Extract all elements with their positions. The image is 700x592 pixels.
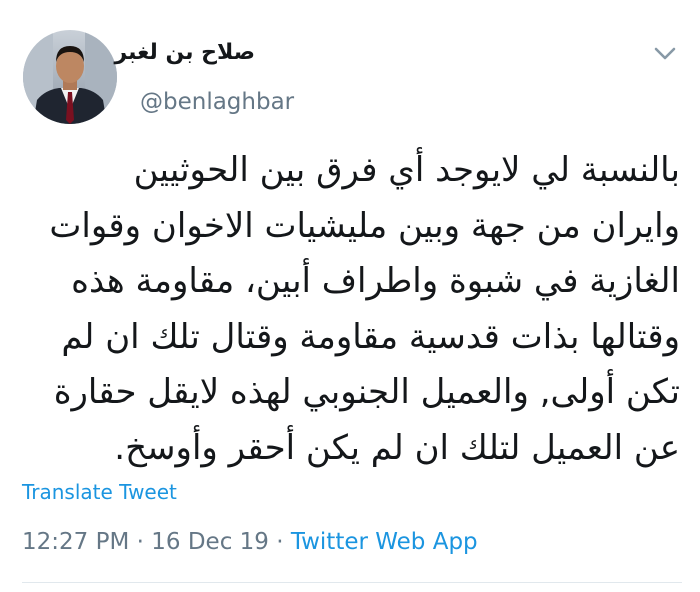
tweet-source[interactable]: Twitter Web App: [291, 529, 478, 555]
display-name[interactable]: صلاح بن لغبر: [114, 40, 255, 65]
tweet-time[interactable]: 12:27 PM: [22, 529, 129, 555]
user-handle[interactable]: @benlaghbar: [140, 89, 294, 115]
tweet-text: بالنسبة لي لايوجد أي فرق بين الحوثيين وا…: [49, 150, 680, 468]
tweet-card: صلاح بن لغبر @benlaghbar بالنسبة لي لايو…: [0, 0, 700, 592]
avatar[interactable]: [23, 30, 117, 124]
translate-tweet-link[interactable]: Translate Tweet: [22, 480, 177, 504]
meta-separator: ·: [129, 529, 152, 555]
tweet-date[interactable]: 16 Dec 19: [151, 529, 269, 555]
chevron-down-icon[interactable]: [652, 44, 678, 64]
avatar-image: [23, 30, 117, 124]
divider: [22, 582, 682, 583]
tweet-metadata: 12:27 PM · 16 Dec 19 · Twitter Web App: [22, 529, 478, 555]
meta-separator: ·: [268, 529, 291, 555]
